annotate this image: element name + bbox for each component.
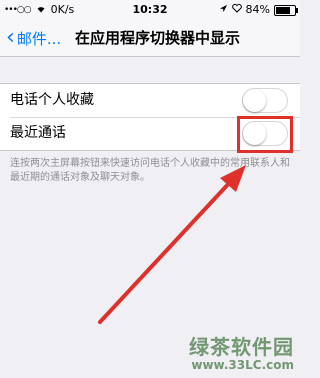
watermark-logo: 绿茶软件园 (189, 335, 294, 359)
watermark-url: www.33LC.com (191, 358, 294, 372)
red-arrow-annotation (98, 165, 246, 324)
watermark: 绿茶软件园 www.33LC.com (189, 331, 294, 372)
